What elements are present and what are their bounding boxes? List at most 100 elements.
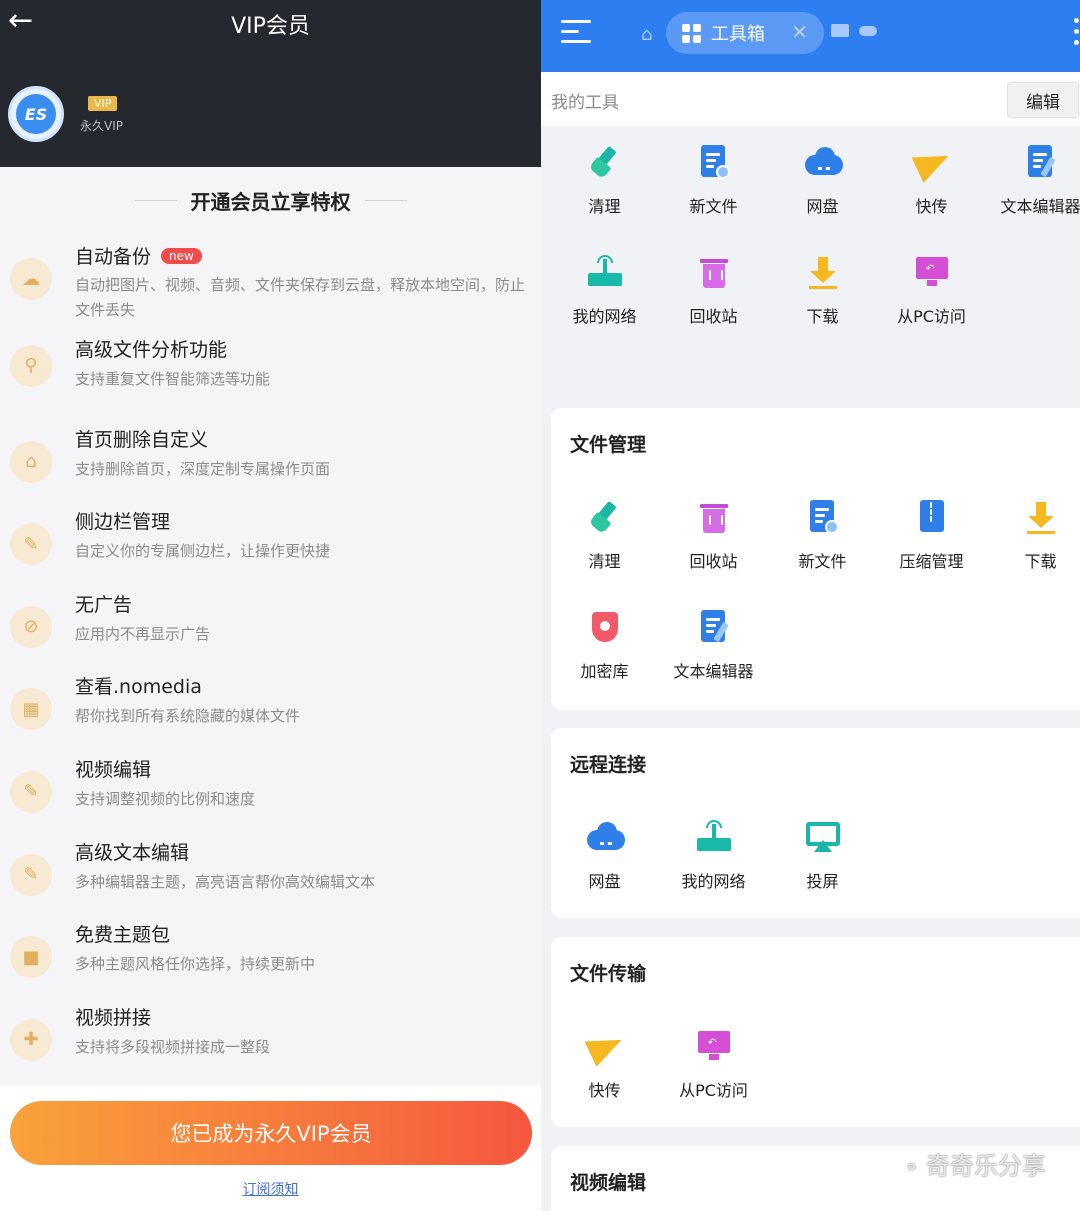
tool-download[interactable]: 下载: [768, 255, 877, 327]
home-icon[interactable]: ⌂: [641, 24, 652, 45]
new-badge: new: [161, 248, 202, 264]
vip-footer: 您已成为永久VIP会员 订阅须知: [0, 1085, 541, 1211]
app-logo-icon: ES: [16, 94, 56, 134]
tool-my-network[interactable]: 我的网络: [550, 255, 659, 327]
feature-desc: 支持将多段视频拼接成一整段: [75, 1037, 271, 1056]
feature-item-video-edit: ✎ 视频编辑 支持调整视频的比例和速度: [0, 745, 541, 828]
paper-plane-icon: [584, 1027, 627, 1067]
tool-recycle-bin[interactable]: 回收站: [659, 255, 768, 327]
vip-badge: VIP: [88, 96, 118, 111]
feature-name: 侧边栏管理: [75, 511, 171, 534]
tool-label: 新文件: [798, 552, 847, 571]
hamburger-menu-icon[interactable]: [561, 20, 591, 46]
tool-label: 从PC访问: [897, 307, 966, 326]
section-title: 视频编辑: [570, 1172, 647, 1194]
tool-clean[interactable]: 清理: [550, 145, 659, 217]
tool-text-editor[interactable]: 文本编辑器: [659, 610, 768, 682]
tool-cloud-drive[interactable]: 网盘: [768, 145, 877, 217]
tool-quick-send[interactable]: 快传: [550, 1027, 659, 1101]
new-file-icon: [805, 500, 841, 536]
feature-desc: 多种主题风格任你选择，持续更新中: [75, 955, 316, 974]
avatar[interactable]: ES: [8, 86, 64, 142]
my-tools-bar: 我的工具 编辑: [541, 72, 1080, 126]
tool-vault[interactable]: 加密库: [550, 610, 659, 682]
remote-connection-card: 远程连接 网盘 我的网络 投屏: [551, 728, 1080, 918]
feature-list: ☁ 自动备份 new 自动把图片、视频、音频、文件夹保存到云盘，释放本地空间，防止…: [0, 232, 541, 1075]
feature-item-text-edit: ✎ 高级文本编辑 多种编辑器主题，高亮语言帮你高效编辑文本: [0, 828, 541, 911]
tool-label: 压缩管理: [899, 552, 964, 571]
tool-text-editor[interactable]: 文本编辑器: [986, 145, 1080, 217]
cloud-sync-icon: ☁: [10, 258, 52, 300]
tool-pc-access[interactable]: ↶ 从PC访问: [877, 255, 986, 327]
feature-name: 视频编辑: [75, 758, 152, 781]
tool-label: 网盘: [806, 197, 839, 216]
tool-row: 清理 新文件 网盘 快传 文本编辑器: [541, 143, 1080, 255]
pc-access-icon: ↶: [696, 1029, 732, 1065]
feature-item-file-analysis: ⚲ 高级文件分析功能 支持重复文件智能筛选等功能: [0, 315, 541, 415]
tab-toolbox[interactable]: 工具箱 ✕: [666, 12, 824, 54]
tool-label: 加密库: [580, 662, 629, 681]
sidebar-edit-icon: ✎: [10, 523, 52, 566]
no-ad-icon: ⊘: [10, 605, 52, 648]
feature-name: 无广告: [75, 593, 133, 616]
tool-compress[interactable]: 压缩管理: [877, 500, 986, 572]
file-management-card: 文件管理 清理 回收站 新文件 压缩管理 下载 加密库 文本编辑器: [551, 408, 1080, 710]
vip-status-button[interactable]: 您已成为永久VIP会员: [10, 1101, 532, 1165]
tool-quick-send[interactable]: 快传: [877, 143, 986, 217]
feature-desc: 帮你找到所有系统隐藏的媒体文件: [75, 707, 301, 726]
broom-icon: [587, 500, 623, 536]
tool-label: 从PC访问: [679, 1081, 748, 1100]
vip-header: ← VIP会员 ES VIP 永久VIP: [0, 0, 541, 167]
page-title: VIP会员: [231, 14, 310, 39]
tool-clean[interactable]: 清理: [550, 500, 659, 572]
divider: [134, 200, 177, 201]
close-icon[interactable]: ✕: [791, 20, 808, 44]
feature-item-no-ads: ⊘ 无广告 应用内不再显示广告: [0, 580, 541, 663]
tool-row: 我的网络 回收站 下载 ↶ 从PC访问: [541, 255, 1080, 365]
tool-label: 我的网络: [681, 872, 746, 891]
window-icon[interactable]: [831, 24, 849, 37]
home-delete-icon: ⌂: [10, 440, 52, 483]
tool-recycle-bin[interactable]: 回收站: [659, 500, 768, 572]
tool-label: 文本编辑器: [673, 662, 754, 681]
subscription-notice-link[interactable]: 订阅须知: [0, 1179, 541, 1199]
tool-label: 我的网络: [572, 307, 637, 326]
watermark: ⚬ 奇奇乐分享: [903, 1146, 1046, 1181]
feature-desc: 应用内不再显示广告: [75, 624, 211, 643]
tool-screen-cast[interactable]: 投屏: [768, 820, 877, 892]
router-icon: [696, 820, 732, 856]
tool-download[interactable]: 下载: [986, 500, 1080, 572]
cloud-drive-icon: [804, 145, 843, 181]
tool-label: 回收站: [689, 307, 738, 326]
tool-pc-access[interactable]: ↶ 从PC访问: [659, 1029, 768, 1101]
tool-my-network[interactable]: 我的网络: [659, 820, 768, 892]
feature-name: 高级文本编辑: [75, 841, 190, 864]
screen-cast-icon: [805, 820, 841, 856]
cloud-tab-icon[interactable]: [859, 26, 877, 36]
feature-name: 高级文件分析功能: [75, 338, 228, 361]
zip-file-icon: [914, 500, 950, 536]
feature-item-nomedia: ▦ 查看.nomedia 帮你找到所有系统隐藏的媒体文件: [0, 662, 541, 745]
tool-label: 投屏: [806, 872, 839, 891]
feature-name: 自动备份: [75, 246, 152, 268]
vip-status: 永久VIP: [80, 119, 123, 133]
my-tools-label: 我的工具: [551, 93, 619, 113]
tool-new-file[interactable]: 新文件: [768, 500, 877, 572]
privileges-title: 开通会员立享特权: [190, 190, 351, 214]
feature-desc: 自定义你的专属侧边栏，让操作更快捷: [75, 542, 331, 561]
video-edit-icon: ✎: [10, 770, 52, 813]
router-icon: [587, 255, 623, 291]
tool-cloud-drive[interactable]: 网盘: [550, 820, 659, 892]
shield-lock-icon: [587, 610, 623, 646]
feature-name: 查看.nomedia: [75, 676, 202, 699]
tool-label: 下载: [806, 307, 839, 326]
more-vertical-icon[interactable]: [1074, 18, 1080, 51]
cloud-drive-icon: [586, 820, 625, 856]
edit-button[interactable]: 编辑: [1007, 82, 1079, 118]
pc-access-icon: ↶: [914, 255, 950, 291]
feature-item-video-merge: ✚ 视频拼接 支持将多段视频拼接成一整段: [0, 993, 541, 1076]
file-transfer-card: 文件传输 快传 ↶ 从PC访问: [551, 937, 1080, 1127]
video-merge-icon: ✚: [10, 1018, 52, 1061]
feature-name: 视频拼接: [75, 1006, 152, 1029]
tool-new-file[interactable]: 新文件: [659, 145, 768, 217]
